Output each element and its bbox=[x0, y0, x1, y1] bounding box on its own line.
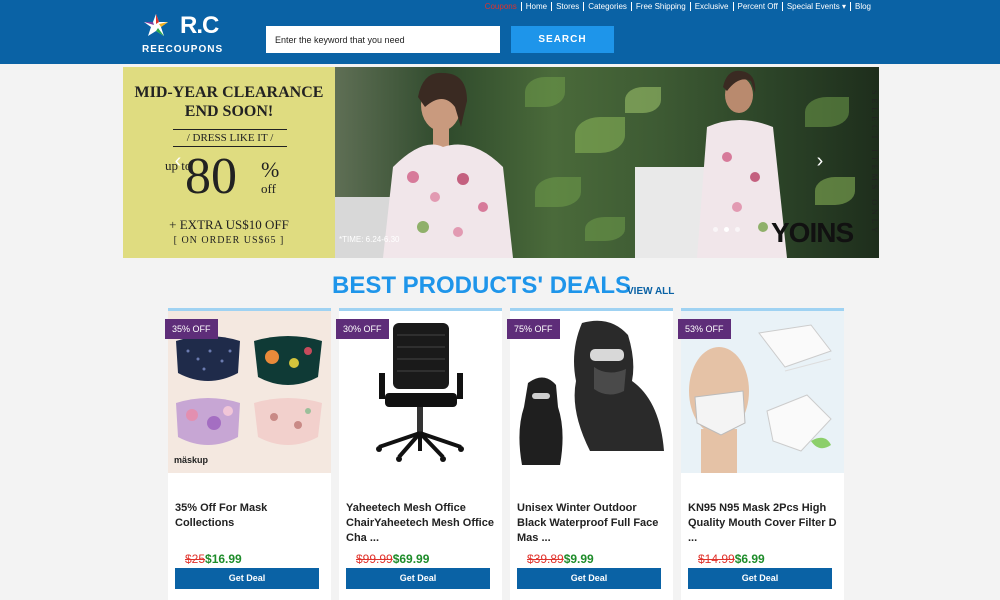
logo-mark: R.C bbox=[180, 12, 219, 39]
section-title: BEST PRODUCTS' DEALS bbox=[332, 272, 632, 299]
carousel-dot[interactable] bbox=[735, 227, 740, 232]
logo-star-icon bbox=[144, 14, 168, 36]
product-price: $99.99$69.99 bbox=[356, 552, 429, 566]
product-title[interactable]: Unisex Winter Outdoor Black Waterproof F… bbox=[517, 501, 667, 546]
nav-home[interactable]: Home bbox=[520, 1, 551, 11]
carousel-dot-active[interactable] bbox=[724, 227, 729, 232]
new-price: $9.99 bbox=[563, 552, 594, 566]
discount-badge: 30% OFF bbox=[336, 319, 389, 339]
banner-side-text: SELECT ITEMS ONLY bbox=[870, 89, 879, 237]
product-price: $25$16.99 bbox=[185, 552, 242, 566]
nav-blog[interactable]: Blog bbox=[849, 1, 875, 11]
product-title[interactable]: 35% Off For Mask Collections bbox=[175, 501, 325, 531]
get-deal-button[interactable]: Get Deal bbox=[175, 568, 319, 589]
banner-percent-sign: % bbox=[261, 157, 280, 182]
product-title[interactable]: KN95 N95 Mask 2Pcs High Quality Mouth Co… bbox=[688, 501, 838, 546]
view-all-link[interactable]: VIEW ALL bbox=[627, 286, 674, 297]
discount-badge: 75% OFF bbox=[507, 319, 560, 339]
banner-model-image bbox=[383, 72, 513, 258]
product-price: $39.89$9.99 bbox=[527, 552, 594, 566]
banner-percent: 80 bbox=[185, 148, 237, 205]
product-card[interactable]: mäskup 35% OFF 35% Off For Mask Collecti… bbox=[165, 308, 331, 600]
carousel-next-icon[interactable]: › bbox=[813, 151, 827, 171]
old-price: $99.99 bbox=[356, 552, 393, 566]
old-price: $39.89 bbox=[527, 552, 564, 566]
banner-brand: YOINS bbox=[771, 217, 854, 248]
nav-free-shipping[interactable]: Free Shipping bbox=[630, 1, 690, 11]
product-card[interactable]: 30% OFF Yaheetech Mesh Office ChairYahee… bbox=[336, 308, 502, 600]
banner-text-panel: MID-YEAR CLEARANCE END SOON! / DRESS LIK… bbox=[123, 67, 335, 258]
carousel-prev-icon[interactable]: ‹ bbox=[171, 151, 185, 171]
nav-categories[interactable]: Categories bbox=[583, 1, 631, 11]
new-price: $16.99 bbox=[205, 552, 242, 566]
search-button[interactable]: SEARCH bbox=[511, 26, 614, 53]
nav-special-events[interactable]: Special Events ▾ bbox=[781, 1, 850, 11]
banner-order: [ ON ORDER US$65 ] bbox=[173, 235, 285, 246]
nav-percent-off[interactable]: Percent Off bbox=[732, 1, 782, 11]
brand-label: mäskup bbox=[174, 455, 209, 465]
banner-extra: + EXTRA US$10 OFF bbox=[169, 217, 289, 232]
search-input[interactable] bbox=[266, 26, 500, 53]
banner-headline: MID-YEAR CLEARANCE END SOON! bbox=[134, 84, 324, 120]
carousel-dot[interactable] bbox=[713, 227, 718, 232]
banner-tagline: / DRESS LIKE IT / bbox=[173, 129, 287, 147]
new-price: $69.99 bbox=[392, 552, 430, 566]
discount-badge: 35% OFF bbox=[165, 319, 218, 339]
get-deal-button[interactable]: Get Deal bbox=[688, 568, 832, 589]
product-price: $14.99$6.99 bbox=[698, 552, 765, 566]
site-header: Coupons Home Stores Categories Free Ship… bbox=[0, 0, 1000, 64]
banner-off: off bbox=[261, 181, 276, 196]
new-price: $6.99 bbox=[734, 552, 765, 566]
logo-text: REECOUPONS bbox=[142, 44, 224, 55]
site-logo[interactable]: R.C REECOUPONS bbox=[142, 12, 234, 58]
old-price: $14.99 bbox=[698, 552, 735, 566]
top-nav: Coupons Home Stores Categories Free Ship… bbox=[481, 0, 875, 12]
banner-time: *TIME: 6.24-6.30 bbox=[339, 235, 400, 244]
nav-coupons[interactable]: Coupons bbox=[481, 2, 521, 11]
get-deal-button[interactable]: Get Deal bbox=[517, 568, 661, 589]
product-card[interactable]: 75% OFF Unisex Winter Outdoor Black Wate… bbox=[507, 308, 673, 600]
product-card[interactable]: 53% OFF KN95 N95 Mask 2Pcs High Quality … bbox=[678, 308, 844, 600]
nav-stores[interactable]: Stores bbox=[551, 1, 583, 11]
promo-banner[interactable]: MID-YEAR CLEARANCE END SOON! / DRESS LIK… bbox=[123, 67, 879, 258]
product-title[interactable]: Yaheetech Mesh Office ChairYaheetech Mes… bbox=[346, 501, 496, 546]
get-deal-button[interactable]: Get Deal bbox=[346, 568, 490, 589]
discount-badge: 53% OFF bbox=[678, 319, 731, 339]
old-price: $25 bbox=[185, 552, 206, 566]
nav-exclusive[interactable]: Exclusive bbox=[689, 1, 733, 11]
banner-photo: *TIME: 6.24-6.30 YOINS bbox=[335, 67, 879, 258]
carousel-dots bbox=[713, 227, 740, 232]
